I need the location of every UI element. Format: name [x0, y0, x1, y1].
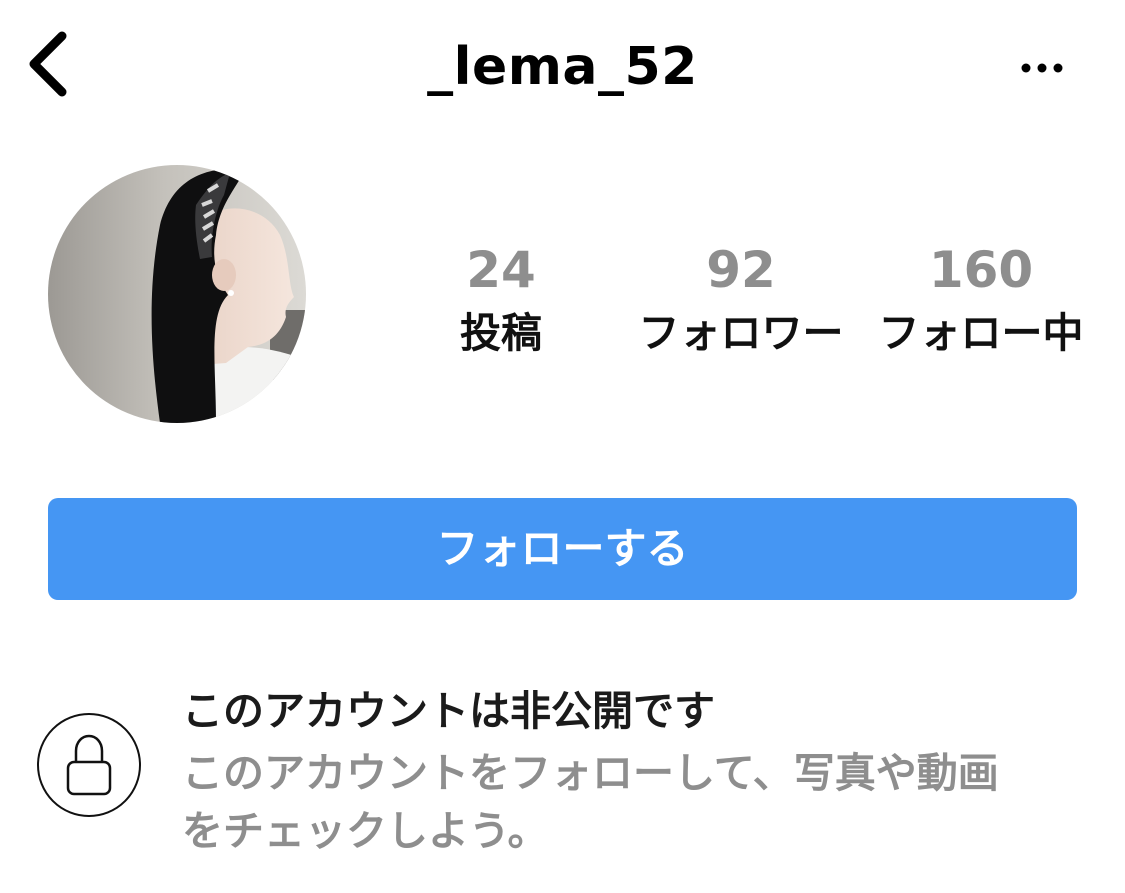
- following-stat[interactable]: 160 フォロー中: [861, 240, 1101, 358]
- lock-badge: [37, 713, 141, 817]
- more-horizontal-icon: [1021, 63, 1063, 73]
- posts-count: 24: [466, 241, 536, 299]
- avatar[interactable]: [48, 165, 306, 423]
- private-description-line2: をチェックしよう。: [182, 807, 549, 855]
- following-count: 160: [928, 241, 1034, 299]
- posts-stat: 24 投稿: [381, 240, 621, 358]
- more-options-button[interactable]: [1012, 50, 1072, 86]
- followers-stat[interactable]: 92 フォロワー: [621, 240, 861, 358]
- lock-icon: [66, 734, 112, 796]
- profile-username: _lema_52: [427, 37, 698, 97]
- following-label: フォロー中: [878, 309, 1084, 357]
- posts-label: 投稿: [460, 309, 542, 357]
- followers-label: フォロワー: [638, 309, 844, 357]
- profile-header: _lema_52: [0, 0, 1125, 135]
- private-description-line1: このアカウントをフォローして、写真や動画: [182, 749, 999, 797]
- private-account-title: このアカウントは非公開です: [182, 687, 715, 735]
- profile-photo: [48, 165, 306, 423]
- follow-button[interactable]: フォローする: [48, 498, 1077, 600]
- private-account-description: このアカウントをフォローして、写真や動画 をチェックしよう。: [182, 744, 1092, 860]
- followers-count: 92: [706, 241, 776, 299]
